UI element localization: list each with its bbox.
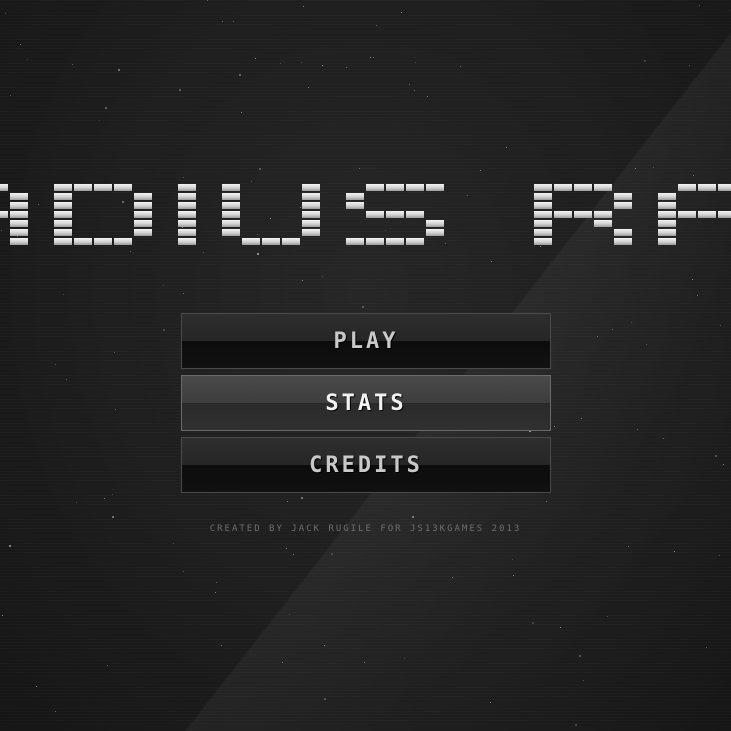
game-title-logo (0, 184, 731, 245)
credits-button-label: CREDITS (309, 452, 423, 478)
stats-button-label: STATS (325, 390, 407, 416)
stats-button[interactable]: STATS (181, 375, 551, 431)
play-button[interactable]: PLAY (181, 313, 551, 369)
credit-text: CREATED BY JACK RUGILE FOR JS13KGAMES 20… (209, 524, 522, 534)
credits-button[interactable]: CREDITS (181, 437, 551, 493)
game-screen: PLAY STATS CREDITS CREATED BY JACK RUGIL… (0, 0, 731, 731)
play-button-label: PLAY (333, 328, 399, 354)
